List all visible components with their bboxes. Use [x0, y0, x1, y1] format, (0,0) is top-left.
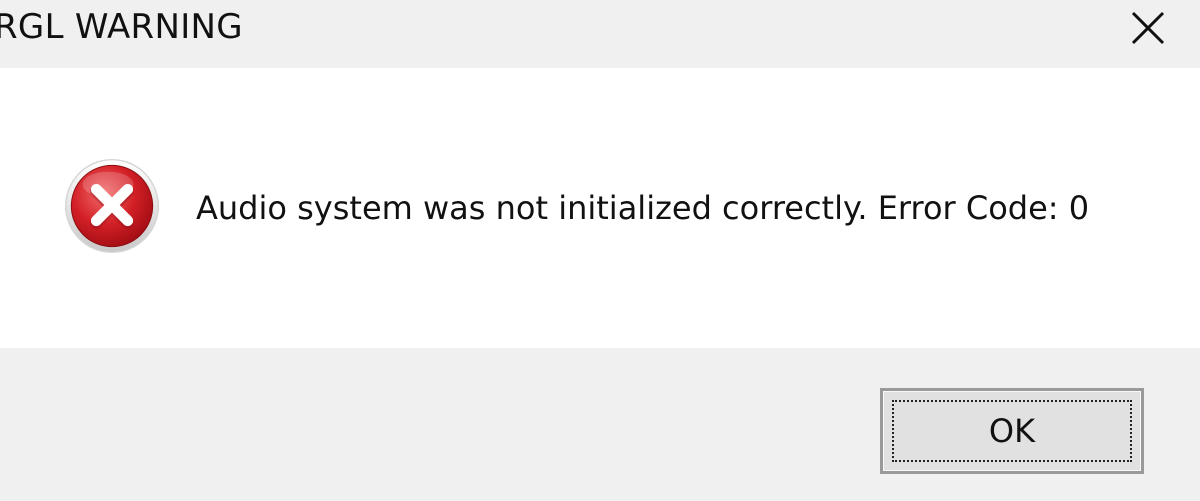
- message-dialog: RGL WARNING Audio system was not initial…: [0, 0, 1200, 501]
- ok-button-label: OK: [988, 412, 1036, 450]
- error-message: Audio system was not initialized correct…: [196, 189, 1090, 227]
- close-button[interactable]: [1116, 2, 1180, 54]
- title-bar[interactable]: RGL WARNING: [0, 0, 1200, 68]
- ok-button[interactable]: OK: [880, 388, 1144, 474]
- window-title: RGL WARNING: [0, 7, 243, 47]
- close-icon: [1131, 11, 1165, 45]
- error-icon: [64, 158, 160, 254]
- dialog-content: Audio system was not initialized correct…: [0, 68, 1200, 348]
- button-bar: OK: [0, 348, 1200, 501]
